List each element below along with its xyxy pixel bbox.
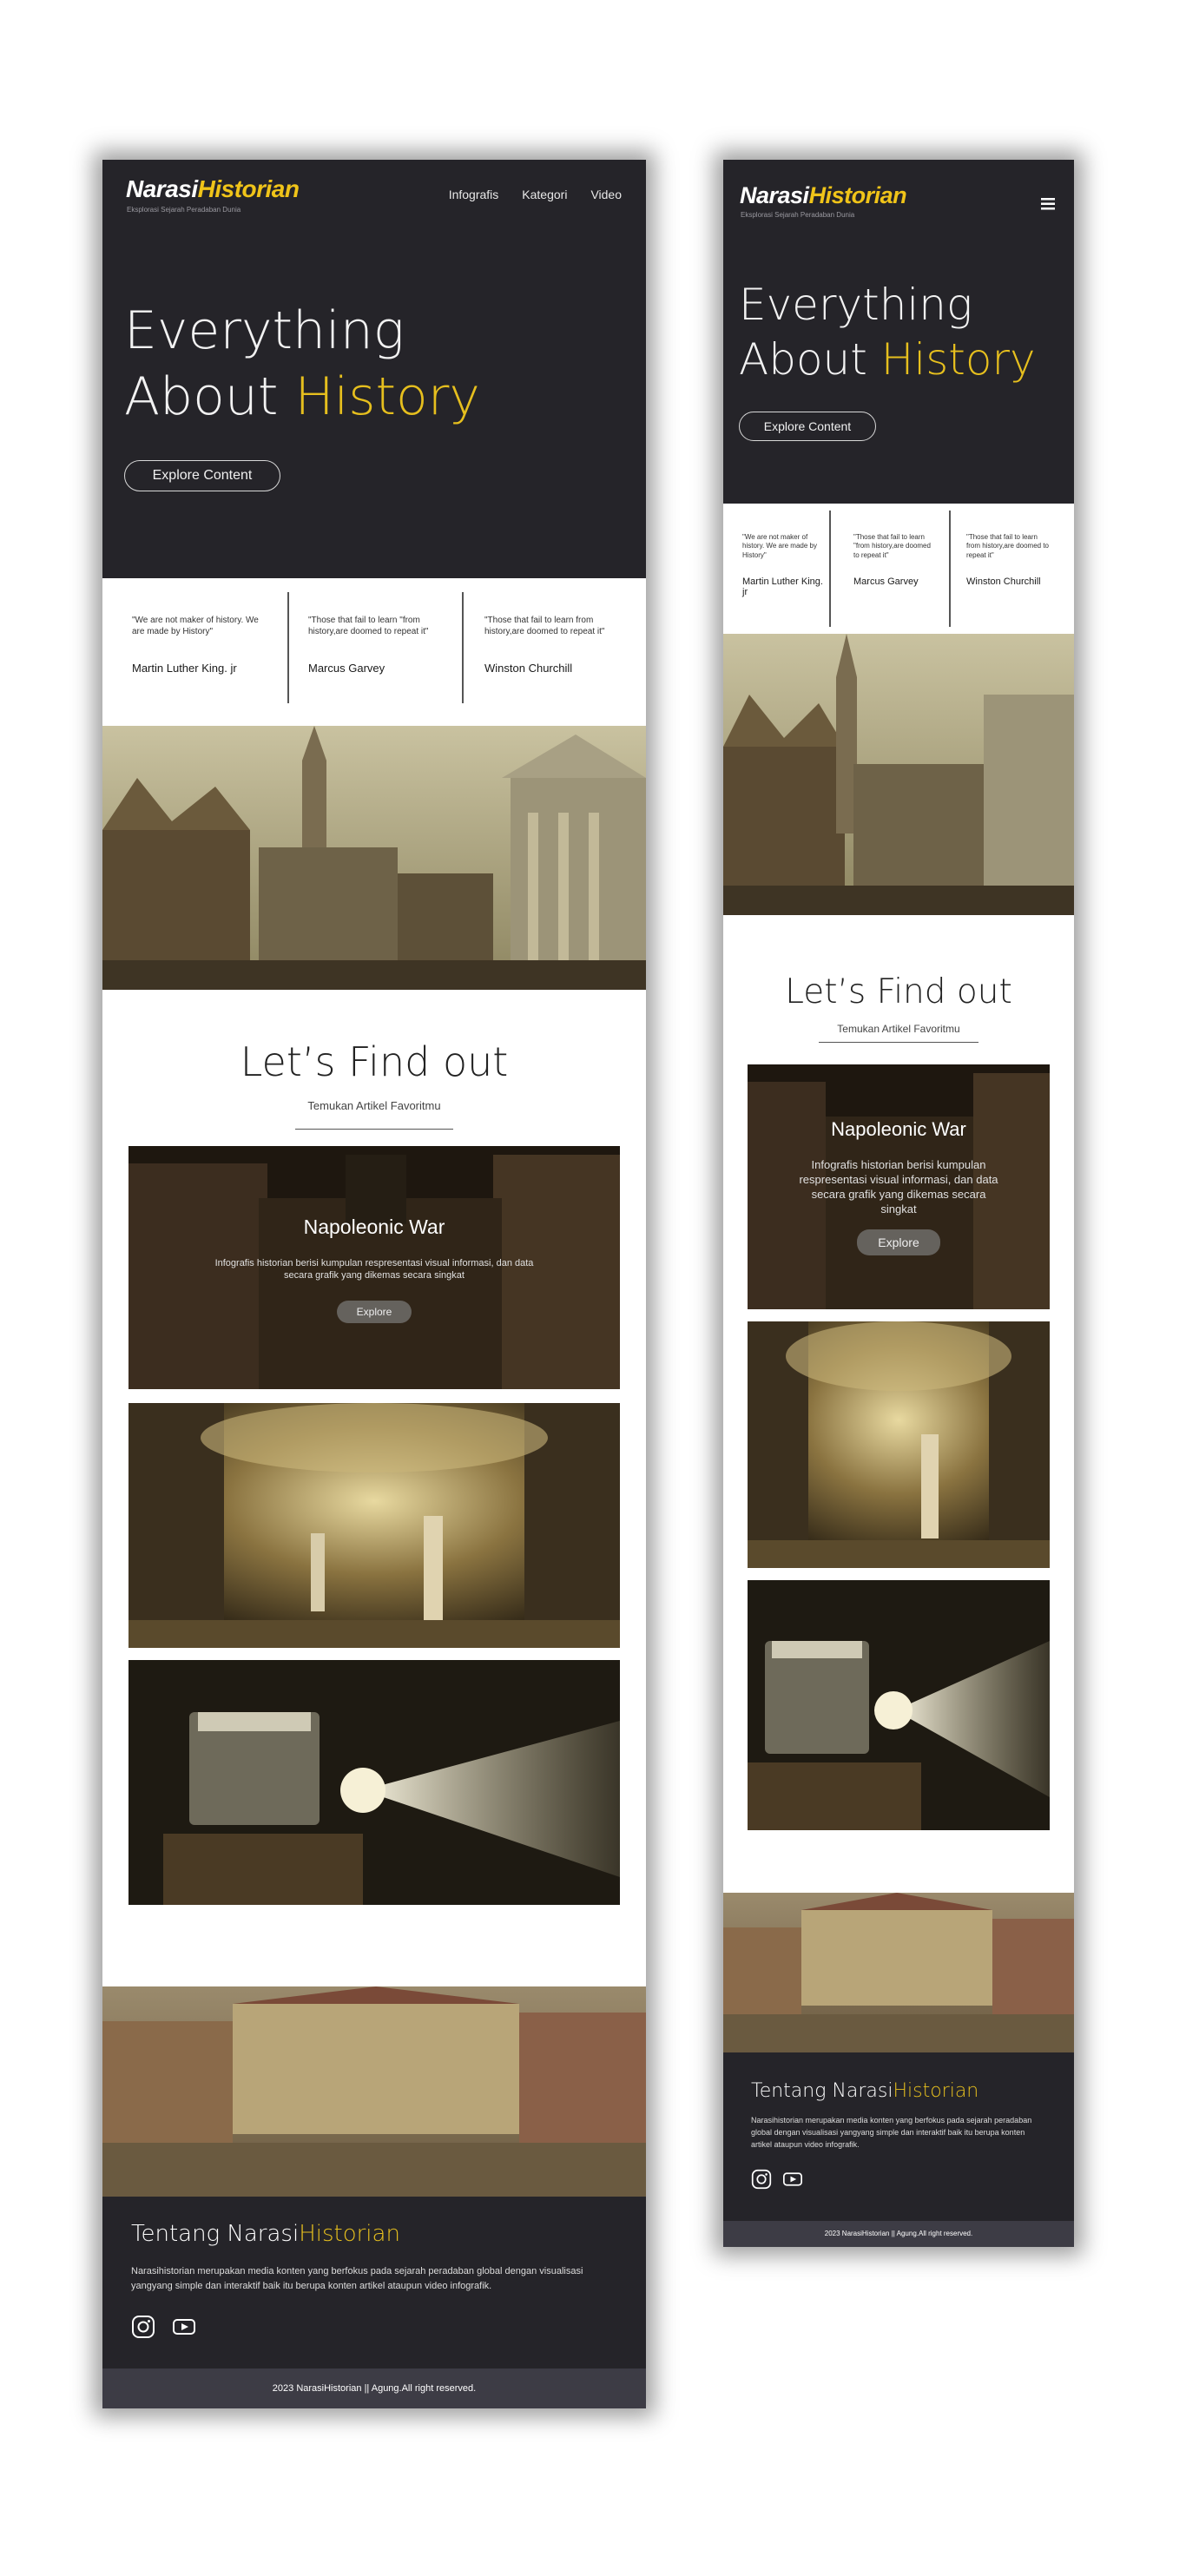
hero-line1: Everything (124, 300, 405, 361)
quote-text: "We are not maker of history. We are mad… (132, 616, 259, 636)
quote-author: Marcus Garvey (853, 576, 919, 587)
logo[interactable]: NarasiHistorian (740, 182, 907, 209)
old-town-image (102, 726, 646, 990)
logo-part1: Narasi (126, 175, 198, 202)
quote-author: Winston Churchill (484, 662, 573, 675)
quote-2: "Those that fail to learn "from history,… (853, 533, 937, 587)
nav-infografis[interactable]: Infografis (449, 188, 499, 201)
card-explore-button[interactable]: Explore (857, 1229, 940, 1255)
medieval-town-image (723, 1893, 1074, 2052)
quote-divider (829, 511, 831, 627)
main-nav: Infografis Kategori Video (449, 188, 622, 201)
quote-divider (287, 592, 289, 703)
quote-divider (949, 511, 951, 627)
about-title-plain: Tentang Narasi (751, 2080, 893, 2102)
about-title: Tentang NarasiHistorian (751, 2080, 978, 2102)
explore-content-button[interactable]: Explore Content (739, 412, 876, 441)
quote-author: Martin Luther King. jr (742, 576, 823, 597)
article-card-library[interactable] (128, 1403, 620, 1648)
article-card-napoleonic[interactable]: Napoleonic War Infografis historian beri… (128, 1146, 620, 1389)
explore-content-button[interactable]: Explore Content (124, 460, 280, 491)
hero-title: Everything About History (739, 278, 1036, 387)
hero-accent: History (880, 334, 1036, 385)
find-section: Let’s Find out Temukan Artikel Favoritmu… (102, 990, 646, 2000)
quote-text: "We are not maker of history. We are mad… (742, 533, 817, 559)
about-title: Tentang NarasiHistorian (131, 2221, 400, 2247)
logo-part1: Narasi (740, 182, 809, 208)
about-title-accent: Historian (299, 2221, 400, 2247)
card-title: Napoleonic War (831, 1118, 966, 1140)
quote-author: Martin Luther King. jr (132, 662, 237, 675)
section-underline (295, 1129, 453, 1130)
quote-text: "Those that fail to learn from history,a… (966, 533, 1050, 559)
tagline: Eksplorasi Sejarah Peradaban Dunia (741, 211, 855, 219)
about-section: Tentang NarasiHistorian Narasihistorian … (723, 2052, 1074, 2221)
hero-line2: About History (124, 365, 480, 431)
youtube-icon[interactable] (782, 2170, 803, 2193)
youtube-icon[interactable] (172, 2316, 196, 2342)
quote-1: "We are not maker of history. We are mad… (132, 615, 262, 675)
section-subtitle: Temukan Artikel Favoritmu (307, 1099, 441, 1112)
instagram-icon[interactable] (751, 2169, 772, 2194)
quote-text: "Those that fail to learn "from history,… (853, 533, 931, 559)
logo[interactable]: NarasiHistorian (126, 175, 300, 203)
section-title: Let’s Find out (240, 1038, 509, 1085)
hero-line2: About History (739, 333, 1036, 387)
quote-3: "Those that fail to learn from history,a… (966, 533, 1050, 587)
about-title-plain: Tentang Narasi (131, 2221, 300, 2247)
hero-line1: Everything (739, 280, 972, 330)
quote-text: "Those that fail to learn "from history,… (308, 616, 429, 636)
quote-2: "Those that fail to learn "from history,… (308, 615, 438, 675)
quotes-section: "We are not maker of history. We are mad… (723, 504, 1074, 634)
section-title: Let’s Find out (785, 972, 1012, 1011)
card-desc: Infografis historian berisi kumpulan res… (214, 1258, 534, 1281)
quote-1: "We are not maker of history. We are mad… (742, 533, 826, 597)
nav-kategori[interactable]: Kategori (522, 188, 567, 201)
article-card-projector[interactable] (748, 1580, 1050, 1830)
about-desc: Narasihistorian merupakan media konten y… (751, 2116, 1032, 2149)
card-desc: Infografis historian berisi kumpulan res… (799, 1158, 998, 1216)
old-town-image (723, 634, 1074, 915)
desktop-mockup: NarasiHistorian Eksplorasi Sejarah Perad… (102, 160, 646, 2408)
instagram-icon[interactable] (131, 2315, 155, 2343)
card-title: Napoleonic War (303, 1216, 445, 1238)
quote-text: "Those that fail to learn from history,a… (484, 616, 605, 636)
mobile-mockup: NarasiHistorian Eksplorasi Sejarah Perad… (723, 160, 1074, 2247)
hero-title: Everything About History (124, 299, 480, 430)
hero-section: NarasiHistorian Eksplorasi Sejarah Perad… (102, 160, 646, 578)
hamburger-icon[interactable] (1041, 198, 1055, 214)
article-card-projector[interactable] (128, 1660, 620, 1905)
quote-author: Marcus Garvey (308, 662, 385, 675)
quote-author: Winston Churchill (966, 576, 1041, 587)
quote-divider (462, 592, 464, 703)
find-section: Let’s Find out Temukan Artikel Favoritmu… (723, 915, 1074, 1893)
nav-video[interactable]: Video (590, 188, 622, 201)
about-desc: Narasihistorian merupakan media konten y… (131, 2266, 583, 2292)
logo-part2: Historian (197, 175, 300, 202)
logo-part2: Historian (808, 182, 907, 208)
quote-3: "Those that fail to learn from history,a… (484, 615, 615, 675)
hero-line2-plain: About (124, 366, 295, 427)
about-title-accent: Historian (893, 2080, 979, 2102)
hero-line2-plain: About (739, 334, 881, 385)
about-section: Tentang NarasiHistorian Narasihistorian … (102, 2197, 646, 2368)
quotes-section: "We are not maker of history. We are mad… (102, 578, 646, 726)
tagline: Eksplorasi Sejarah Peradaban Dunia (127, 206, 241, 214)
card-explore-button[interactable]: Explore (337, 1301, 412, 1323)
copyright: 2023 NarasiHistorian || Agung.All right … (102, 2368, 646, 2408)
medieval-town-image (102, 1986, 646, 2197)
section-underline (819, 1042, 978, 1043)
article-card-napoleonic[interactable]: Napoleonic War Infografis historian beri… (748, 1064, 1050, 1309)
article-card-library[interactable] (748, 1321, 1050, 1568)
hero-accent: History (294, 366, 480, 427)
section-subtitle: Temukan Artikel Favoritmu (837, 1023, 960, 1035)
copyright: 2023 NarasiHistorian || Agung.All right … (723, 2221, 1074, 2247)
hero-section: NarasiHistorian Eksplorasi Sejarah Perad… (723, 160, 1074, 504)
